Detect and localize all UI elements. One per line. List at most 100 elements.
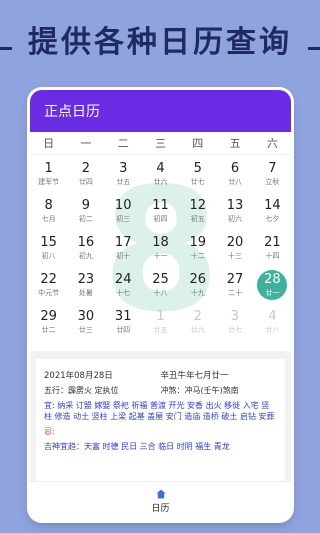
info-chong: 冲煞：冲马(壬午)煞南 [160,386,239,395]
day-number: 26 [189,271,207,287]
calendar-day[interactable]: 27 二十 [227,272,244,298]
calendar-day[interactable]: 21 十四 [264,235,281,261]
calendar-day[interactable]: 1 建军节 [38,161,59,187]
lunar-label: 十八 [153,288,168,297]
calendar-day[interactable]: 20 十三 [227,235,244,261]
calendar-day[interactable]: 13 初六 [227,198,244,224]
day-number: 3 [230,308,240,324]
lunar-label: 廿七 [228,325,243,334]
day-number: 24 [114,271,132,287]
calendar-day[interactable]: 19 十二 [190,235,207,261]
calendar-day[interactable]: 6 廿八 [228,161,242,187]
lunar-label: 廿八 [265,325,280,334]
day-number: 31 [114,308,132,324]
calendar-day[interactable]: 18 十一 [152,235,169,261]
banner-right-line [308,47,320,50]
calendar-day[interactable]: 10 初三 [115,198,132,224]
calendar-day[interactable]: 3 廿七 [228,309,242,335]
day-number: 14 [264,197,281,213]
day-number: 10 [114,197,132,213]
calendar-grid: 1 建军节 2 廿四 3 廿五 4 廿六 5 廿七 6 廿八 7 立秋 8 七月 9 初二 10 初三 11 初四 12 初五… [30,155,291,340]
calendar-day-slot: 29 廿二 [30,303,67,340]
calendar-day[interactable]: 17 初十 [115,235,132,261]
lunar-label: 廿八 [228,177,243,186]
calendar-day-slot: 3 廿七 [216,303,253,340]
calendar-day[interactable]: 4 廿六 [153,161,167,187]
lunar-label: 初五 [190,214,205,223]
day-number: 18 [152,234,169,250]
calendar-day[interactable]: 2 廿四 [79,161,93,187]
calendar-day[interactable]: 30 廿三 [78,309,95,335]
calendar-day-slot: 20 十三 [216,229,253,266]
lunar-label: 初九 [78,251,93,260]
calendar-day-slot: 5 廿七 [179,155,216,192]
day-number: 1 [156,308,165,324]
lunar-label: 十七 [116,288,131,297]
lunar-label: 廿一 [265,288,280,297]
lunar-label: 初二 [78,214,93,223]
calendar-day-slot: 4 廿六 [142,155,179,192]
calendar-day-slot: 6 廿八 [216,155,253,192]
calendar-day[interactable]: 31 廿四 [115,309,132,335]
lunar-label: 十一 [153,251,168,260]
calendar-day[interactable]: 7 立秋 [265,161,279,187]
calendar-day-slot: 8 七月 [30,192,67,229]
calendar-day[interactable]: 3 廿五 [116,161,130,187]
calendar-day[interactable]: 16 初九 [78,235,95,261]
info-wuxing: 五行：霹雳火 定执位 [44,386,119,395]
lunar-label: 初三 [116,214,131,223]
calendar-day[interactable]: 22 中元节 [38,272,59,298]
calendar-day[interactable]: 15 初八 [40,235,57,261]
day-number: 25 [152,271,169,287]
calendar-day-slot: 7 立秋 [254,155,291,192]
calendar-day-selected[interactable]: 28 廿一 [257,269,288,300]
day-number: 15 [40,234,57,250]
lunar-label: 廿六 [153,177,168,186]
day-number: 11 [152,197,169,213]
weekday-label: 五 [229,137,241,150]
lunar-label: 七夕 [265,214,280,223]
day-number: 19 [189,234,207,250]
lunar-label: 二十 [228,288,243,297]
calendar-day[interactable]: 24 十七 [115,272,132,298]
calendar-day[interactable]: 1 廿五 [153,309,167,335]
calendar-day-slot: 22 中元节 [30,266,67,303]
calendar-day-slot: 2 廿四 [67,155,104,192]
calendar-day-slot: 1 廿五 [142,303,179,340]
lunar-label: 廿四 [116,325,131,334]
calendar-day[interactable]: 14 七夕 [264,198,281,224]
day-number: 2 [81,160,91,176]
calendar-day[interactable]: 29 廿二 [40,309,57,335]
info-ji: 忌: [44,427,55,436]
day-number: 12 [189,197,207,213]
day-number: 16 [77,234,95,250]
calendar-day[interactable]: 12 初五 [190,198,207,224]
lunar-label: 廿六 [190,325,205,334]
calendar-day[interactable]: 25 十八 [152,272,169,298]
calendar-day[interactable]: 8 七月 [42,198,56,224]
calendar-day[interactable]: 4 廿八 [265,309,279,335]
calendar-day-slot: 18 十一 [142,229,179,266]
calendar-day-slot: 16 初九 [67,229,104,266]
day-number: 21 [264,234,281,250]
day-number: 2 [193,308,202,324]
weekday-label: 六 [266,137,278,150]
lunar-label: 建军节 [38,177,60,186]
lunar-label: 立秋 [265,177,280,186]
day-number: 8 [44,197,53,213]
lunar-label: 十九 [190,288,205,297]
calendar-day[interactable]: 5 廿七 [191,161,205,187]
calendar-day-slot: 24 十七 [105,266,142,303]
calendar-day[interactable]: 9 初二 [79,198,93,224]
banner: 提供各种日历查询 [0,14,320,64]
lunar-label: 廿七 [190,177,205,186]
calendar-day[interactable]: 2 廿六 [191,309,205,335]
calendar-day-slot: 2 廿六 [179,303,216,340]
calendar-day[interactable]: 26 十九 [190,272,207,298]
calendar-day[interactable]: 23 处暑 [78,272,95,298]
day-number: 13 [226,197,244,213]
tab-calendar[interactable]: 日历 [30,481,291,520]
calendar-day[interactable]: 11 初四 [152,198,169,224]
info-lunar: 辛丑牛年七月廿一 [160,371,229,381]
tab-calendar-label: 日历 [151,503,170,514]
